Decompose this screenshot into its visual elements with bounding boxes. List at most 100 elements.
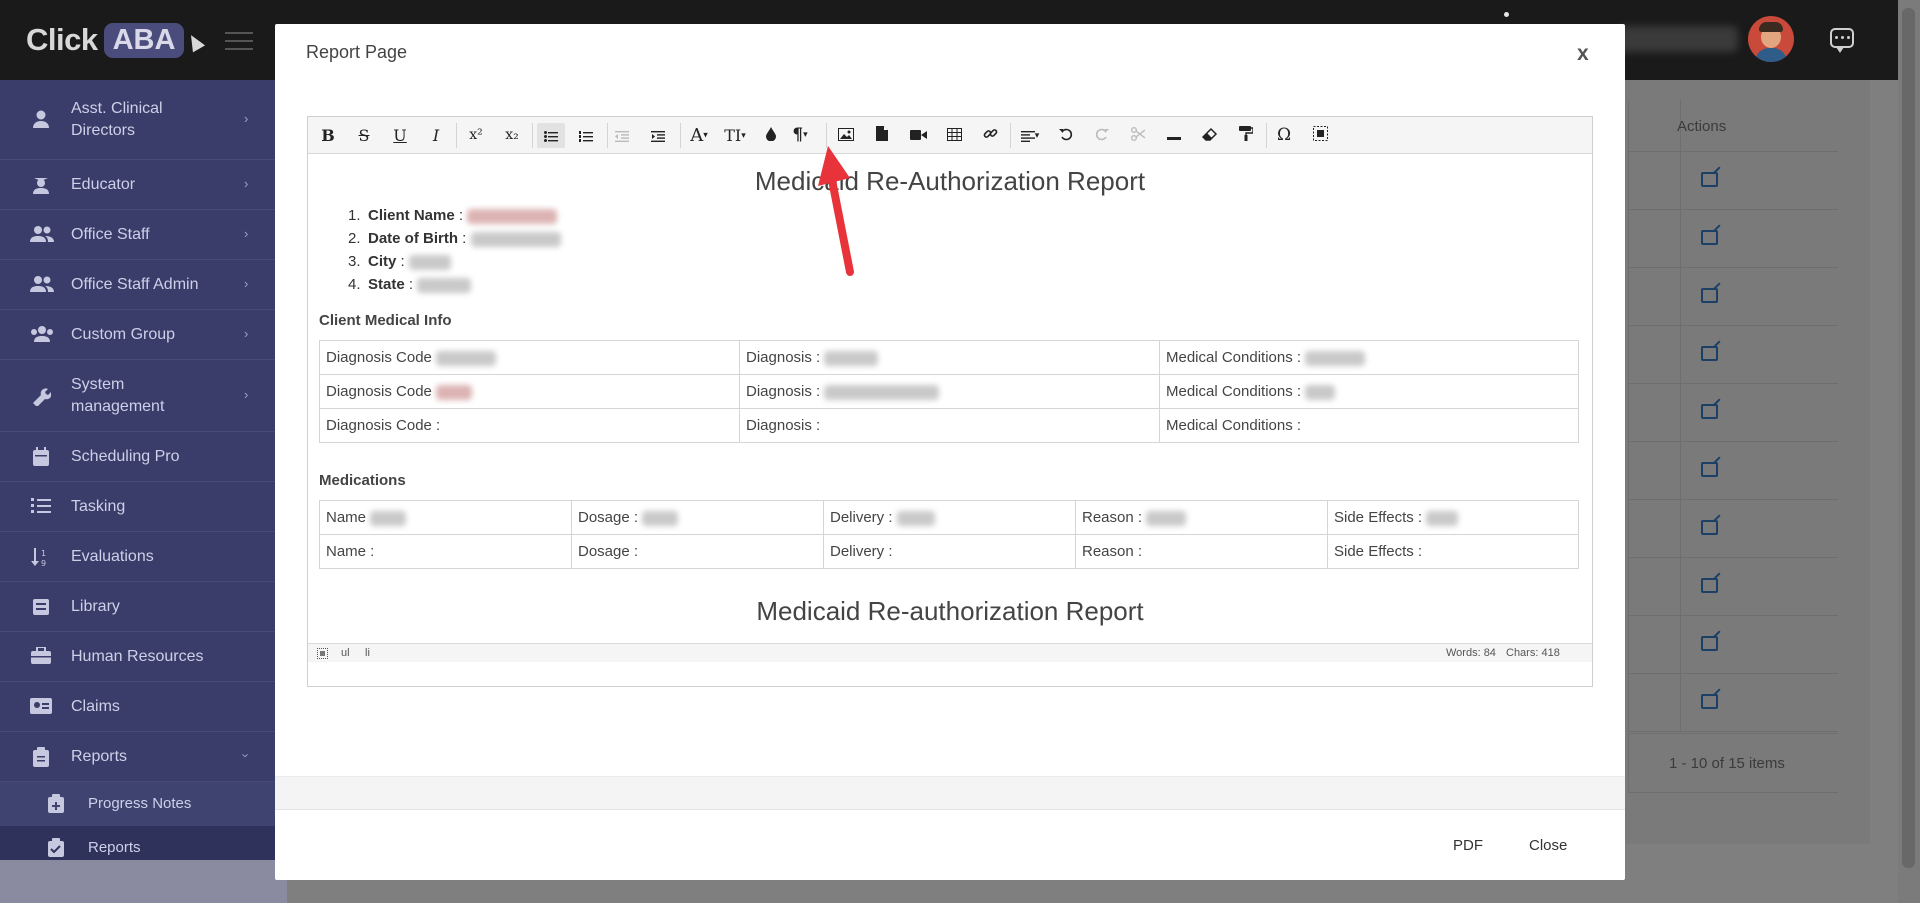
edit-icon[interactable] xyxy=(1701,636,1718,651)
edit-icon[interactable] xyxy=(1701,230,1718,245)
menu-toggle-icon[interactable] xyxy=(225,32,253,50)
select-all-icon[interactable] xyxy=(1308,123,1332,148)
eraser-icon[interactable] xyxy=(1198,123,1222,148)
bold-button[interactable]: B xyxy=(316,123,340,148)
table-cell: Diagnosis Code xyxy=(319,374,740,409)
font-color-dropdown[interactable]: A▾ xyxy=(687,123,711,148)
font-size-dropdown[interactable]: TI▾ xyxy=(723,123,747,148)
chat-icon[interactable] xyxy=(1830,28,1854,53)
sidebar-item-claims[interactable]: Claims xyxy=(0,682,275,732)
insert-link-button[interactable] xyxy=(978,123,1002,148)
table-cell: Dosage : xyxy=(571,500,824,535)
briefcase-icon xyxy=(30,646,52,667)
superscript-button[interactable]: x² xyxy=(464,123,488,148)
edit-icon[interactable] xyxy=(1701,520,1718,535)
editor-content[interactable]: Medicaid Re-Authorization Report 1. Clien… xyxy=(308,154,1592,643)
chevron-right-icon: › xyxy=(244,326,249,341)
edit-icon[interactable] xyxy=(1701,404,1718,419)
sidebar-item-label: Tasking xyxy=(71,498,126,515)
field-separator: : xyxy=(396,253,405,270)
highlight-color-button[interactable] xyxy=(759,123,783,148)
close-icon[interactable]: x xyxy=(1577,42,1589,66)
path-li[interactable]: li xyxy=(365,647,370,659)
editor-statusbar: ul li Words: 84 Chars: 418 xyxy=(308,643,1592,662)
edit-icon[interactable] xyxy=(1701,694,1718,709)
paragraph-format-dropdown[interactable]: ¶▾ xyxy=(788,123,812,148)
sidebar-item-label: Claims xyxy=(71,698,120,715)
tasks-icon xyxy=(30,497,52,517)
sidebar-item-evaluations[interactable]: 19 Evaluations xyxy=(0,532,275,582)
sidebar-item-library[interactable]: Library xyxy=(0,582,275,632)
app-logo[interactable]: Click ABA xyxy=(26,20,206,60)
list-item: 3. City : xyxy=(348,250,561,273)
edit-icon[interactable] xyxy=(1701,462,1718,477)
table-cell: Diagnosis Code xyxy=(319,340,740,375)
table-cell: Diagnosis : xyxy=(739,408,1160,443)
selection-icon[interactable] xyxy=(317,648,328,659)
sidebar-item-label: Reports xyxy=(71,748,128,765)
sidebar-item-asst-clinical-directors[interactable]: Asst. Clinical Directors › xyxy=(0,80,275,160)
chevron-right-icon: › xyxy=(244,387,249,402)
cell-label: Diagnosis : xyxy=(746,383,821,400)
insert-file-button[interactable] xyxy=(870,123,894,148)
edit-icon[interactable] xyxy=(1701,172,1718,187)
align-dropdown[interactable]: ▾ xyxy=(1018,123,1042,148)
medical-info-table: Diagnosis Code Diagnosis : Medical Condi… xyxy=(319,340,1579,443)
pdf-button[interactable]: PDF xyxy=(1453,837,1483,854)
italic-button[interactable]: I xyxy=(424,123,448,148)
sidebar-item-reports[interactable]: Reports › xyxy=(0,732,275,782)
table-row xyxy=(1629,500,1838,558)
svg-text:9: 9 xyxy=(41,559,46,567)
graduation-cap-icon xyxy=(30,175,52,195)
edit-icon[interactable] xyxy=(1701,288,1718,303)
insert-image-button[interactable] xyxy=(834,123,858,148)
close-button[interactable]: Close xyxy=(1529,837,1567,854)
sidebar-subitem-progress-notes[interactable]: Progress Notes xyxy=(0,782,275,826)
special-characters-button[interactable]: Ω xyxy=(1272,123,1296,148)
bulleted-list-button[interactable] xyxy=(537,123,565,148)
insert-video-button[interactable] xyxy=(906,123,930,148)
sidebar-item-office-staff[interactable]: Office Staff › xyxy=(0,210,275,260)
users-icon xyxy=(30,225,54,245)
strikethrough-button[interactable]: S xyxy=(352,123,376,148)
page-scrollbar[interactable] xyxy=(1898,0,1920,903)
path-ul[interactable]: ul xyxy=(341,647,350,659)
wrench-icon xyxy=(30,386,52,407)
pager-info: 1 - 10 of 15 items xyxy=(1669,755,1785,772)
table-cell: Name : xyxy=(319,534,572,569)
sidebar-item-scheduling-pro[interactable]: Scheduling Pro xyxy=(0,432,275,482)
chevron-right-icon: › xyxy=(244,276,249,291)
undo-button[interactable] xyxy=(1054,123,1078,148)
table-cell: Delivery : xyxy=(823,534,1076,569)
cut-icon[interactable] xyxy=(1126,123,1150,148)
edit-icon[interactable] xyxy=(1701,578,1718,593)
insert-table-button[interactable] xyxy=(942,123,966,148)
numbered-list-button[interactable] xyxy=(574,123,598,148)
format-painter-icon[interactable] xyxy=(1234,123,1258,148)
user-group-icon xyxy=(30,325,53,345)
table-cell: Reason : xyxy=(1075,500,1328,535)
underline-button[interactable]: U xyxy=(388,123,412,148)
avatar[interactable] xyxy=(1748,16,1794,62)
sidebar-item-system-management[interactable]: System management › xyxy=(0,360,275,432)
sidebar-item-custom-group[interactable]: Custom Group › xyxy=(0,310,275,360)
indent-button[interactable] xyxy=(646,123,670,148)
char-count: Chars: 418 xyxy=(1506,647,1560,659)
sidebar-item-educator[interactable]: Educator › xyxy=(0,160,275,210)
sidebar-item-office-staff-admin[interactable]: Office Staff Admin › xyxy=(0,260,275,310)
sidebar-item-tasking[interactable]: Tasking xyxy=(0,482,275,532)
sidebar-item-human-resources[interactable]: Human Resources xyxy=(0,632,275,682)
redacted-value xyxy=(824,350,879,366)
edit-icon[interactable] xyxy=(1701,346,1718,361)
subscript-button[interactable]: x₂ xyxy=(500,123,524,148)
logo-text: Click xyxy=(26,22,98,57)
outdent-button[interactable] xyxy=(610,123,634,148)
redo-button[interactable] xyxy=(1090,123,1114,148)
sidebar-item-label: Educator xyxy=(71,176,136,193)
horizontal-line-button[interactable] xyxy=(1162,123,1186,148)
cell-label: Diagnosis Code xyxy=(326,349,432,366)
modal-title: Report Page xyxy=(306,42,408,62)
redacted-value xyxy=(1305,384,1336,400)
medical-info-heading: Client Medical Info xyxy=(319,312,452,329)
redacted-value xyxy=(417,277,472,293)
